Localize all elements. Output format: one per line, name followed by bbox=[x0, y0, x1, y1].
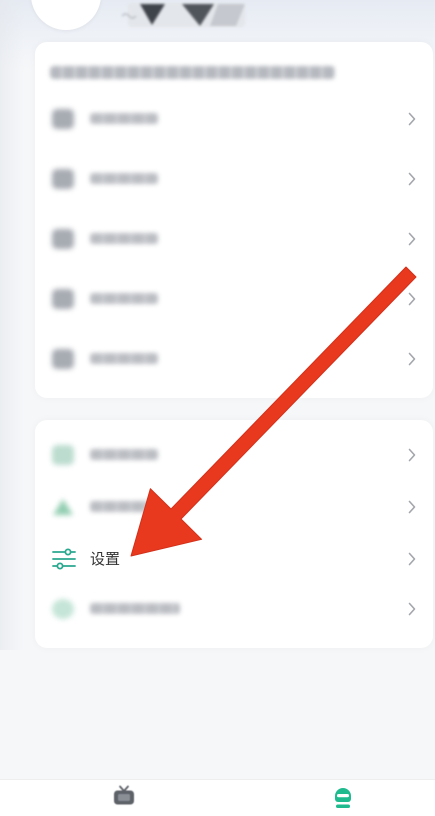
menu-item[interactable] bbox=[35, 149, 433, 209]
menu-item[interactable] bbox=[35, 269, 433, 329]
mascot-icon bbox=[335, 788, 351, 808]
card-header-blurred-text bbox=[50, 66, 335, 79]
blurred-label bbox=[90, 113, 158, 124]
blurred-icon bbox=[52, 445, 74, 465]
chevron-right-icon bbox=[408, 352, 416, 366]
blurred-label bbox=[90, 173, 158, 184]
blurred-label bbox=[90, 501, 158, 512]
logo-icon bbox=[118, 0, 250, 30]
chevron-right-icon bbox=[408, 552, 416, 566]
blurred-label bbox=[90, 233, 158, 244]
blurred-label bbox=[90, 293, 158, 304]
menu-item[interactable] bbox=[35, 429, 433, 481]
chevron-right-icon bbox=[408, 448, 416, 462]
bottom-nav bbox=[0, 779, 435, 816]
menu-card-secondary: 设置 bbox=[35, 420, 433, 648]
chevron-right-icon bbox=[408, 292, 416, 306]
menu-item[interactable] bbox=[35, 481, 433, 533]
blurred-icon bbox=[52, 599, 74, 619]
side-shade bbox=[0, 0, 24, 650]
sliders-icon bbox=[52, 548, 76, 570]
menu-item[interactable] bbox=[35, 329, 433, 389]
blurred-icon bbox=[52, 289, 74, 309]
chevron-right-icon bbox=[408, 500, 416, 514]
chevron-right-icon bbox=[408, 232, 416, 246]
chevron-right-icon bbox=[408, 172, 416, 186]
chevron-right-icon bbox=[408, 602, 416, 616]
blurred-label bbox=[90, 353, 158, 364]
blurred-icon bbox=[52, 109, 74, 129]
menu-card-primary bbox=[35, 42, 433, 398]
blurred-icon bbox=[52, 169, 74, 189]
blurred-label bbox=[90, 449, 158, 460]
menu-item[interactable] bbox=[35, 89, 433, 149]
nav-tab-mascot[interactable] bbox=[283, 780, 403, 816]
menu-item[interactable] bbox=[35, 209, 433, 269]
chevron-right-icon bbox=[408, 112, 416, 126]
blurred-icon bbox=[52, 349, 74, 369]
blurred-icon bbox=[52, 497, 74, 517]
blurred-icon bbox=[52, 229, 74, 249]
menu-item-settings[interactable]: 设置 bbox=[35, 533, 433, 585]
tv-icon bbox=[114, 785, 134, 805]
nav-tab-tv[interactable] bbox=[64, 780, 184, 816]
blurred-label bbox=[90, 603, 180, 614]
menu-item-label: 设置 bbox=[90, 550, 121, 568]
menu-item[interactable] bbox=[35, 583, 433, 635]
